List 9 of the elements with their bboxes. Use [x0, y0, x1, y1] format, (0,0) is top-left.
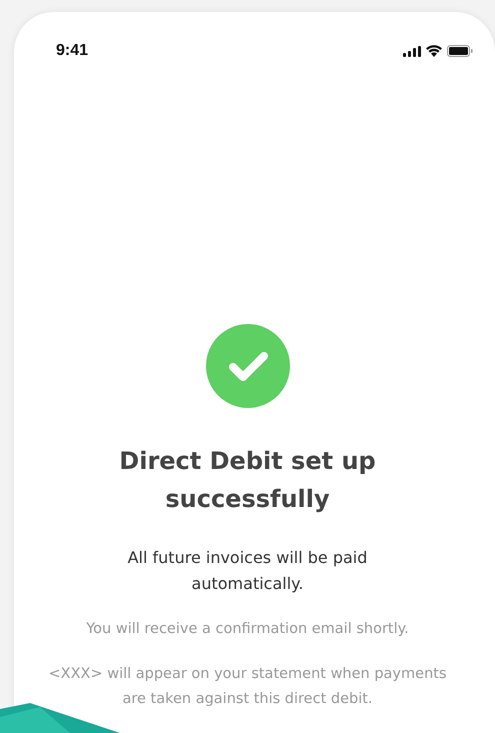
info-text: <XXX> will appear on your statement when payments are taken against this direct debit.: [48, 665, 448, 709]
status-time: 9:41: [56, 42, 88, 60]
info-text: You will receive a confirmation email shortly.: [85, 620, 410, 639]
signal-icon: [403, 46, 421, 56]
success-message: All future invoices will be paid automatically.: [126, 547, 368, 595]
success-title: Direct Debit set up successfully: [118, 446, 377, 515]
success-check-icon: [206, 324, 290, 408]
battery-icon: [447, 45, 473, 57]
wifi-icon: [426, 45, 442, 57]
